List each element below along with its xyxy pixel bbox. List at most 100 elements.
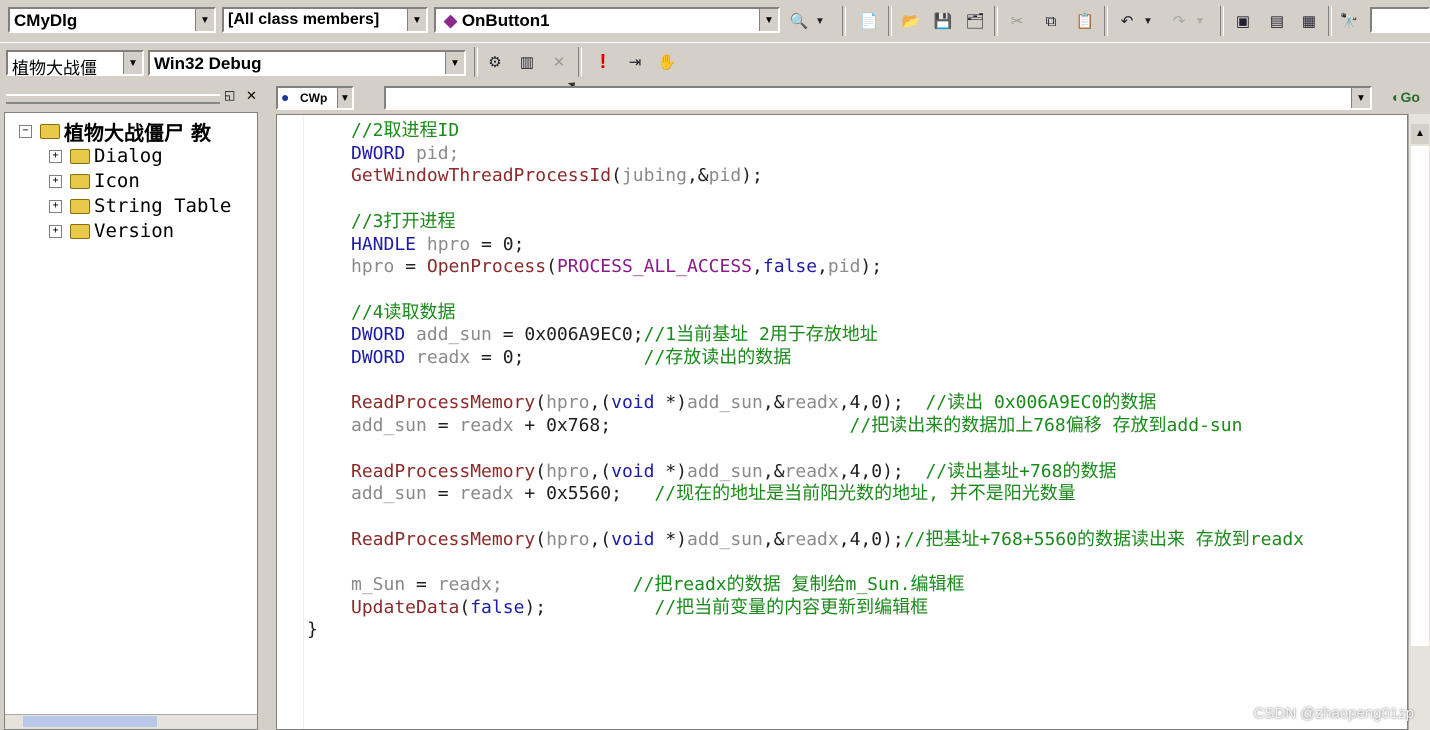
chevron-down-icon[interactable]: ▼	[407, 9, 426, 31]
tree-item-label: Icon	[94, 170, 140, 192]
compile-icon[interactable]: ⚙	[482, 49, 508, 75]
code-line: hpro = OpenProcess(PROCESS_ALL_ACCESS,fa…	[351, 255, 882, 278]
code-line: //2取进程ID	[351, 119, 459, 142]
code-line: ReadProcessMemory(hpro,(void *)add_sun,&…	[351, 391, 1156, 414]
tree-item-dialog[interactable]: + Dialog	[49, 144, 163, 168]
vertical-scrollbar[interactable]: ▲	[1408, 114, 1430, 730]
cut-icon[interactable]: ✂	[1004, 8, 1030, 34]
tree-root[interactable]: − 植物大战僵尸 教	[19, 119, 211, 145]
chevron-down-icon[interactable]: ▼	[1192, 8, 1208, 34]
stop-build-icon[interactable]: ✕	[546, 49, 572, 75]
code-token: //把readx的数据 复制给m_Sun.编辑框	[632, 574, 965, 595]
code-combo[interactable]: ▼	[384, 86, 1372, 110]
class-combo[interactable]: CMyDlg ▼	[8, 7, 216, 33]
code-token: //读出基址+768的数据	[925, 460, 1117, 482]
code-token: }	[307, 619, 318, 641]
code-token: = 0;	[470, 233, 525, 255]
code-token: //2取进程ID	[351, 120, 460, 141]
code-token: add_sun	[405, 324, 492, 346]
folder-icon	[70, 198, 90, 214]
output-window-icon[interactable]: ▤	[1264, 8, 1290, 34]
find-combo[interactable]	[1370, 7, 1430, 33]
scroll-up-icon[interactable]: ▲	[1411, 124, 1429, 144]
code-token: (	[611, 165, 622, 187]
project-combo-value: 植物大战僵	[12, 59, 97, 78]
code-token: (	[459, 596, 471, 618]
workspace-icon[interactable]: ▣	[1230, 8, 1256, 34]
chevron-down-icon[interactable]: ▼	[812, 8, 828, 34]
code-token: //4读取数据	[351, 301, 456, 323]
scroll-thumb[interactable]	[1411, 146, 1429, 646]
code-token: (	[546, 256, 557, 278]
collapse-icon[interactable]: −	[19, 124, 32, 138]
code-token: void	[611, 460, 655, 482]
code-line: GetWindowThreadProcessId(jubing,&pid);	[351, 164, 763, 187]
code-token: ReadProcessMemory	[351, 392, 536, 414]
scroll-thumb[interactable]	[23, 716, 157, 727]
code-line: DWORD add_sun = 0x006A9EC0;//1当前基址 2用于存放…	[351, 323, 878, 346]
code-token: readx	[784, 460, 839, 482]
expand-icon[interactable]: +	[49, 199, 62, 213]
undo-icon[interactable]: ↶	[1114, 8, 1140, 34]
code-token: readx	[405, 347, 471, 368]
chevron-down-icon[interactable]: ▼	[1140, 8, 1156, 34]
chevron-down-icon[interactable]: ▼	[337, 88, 352, 108]
wizard-combo[interactable]: ● CWp ▼	[276, 86, 354, 110]
code-token: add_sun	[351, 415, 427, 437]
new-file-icon[interactable]: 📄	[856, 8, 882, 34]
chevron-down-icon[interactable]: ▼	[1351, 88, 1370, 108]
tree-item-string-table[interactable]: + String Table	[49, 194, 231, 218]
member-combo[interactable]: ◆ OnButton1 ▼	[434, 7, 780, 33]
code-token: //把读出来的数据加上768偏移 存放到add-sun	[849, 415, 1243, 437]
toolbar-separator	[888, 6, 892, 36]
tree-item-version[interactable]: + Version	[49, 219, 174, 243]
code-token: ,&	[762, 392, 785, 414]
code-line: add_sun = readx + 0x5560; //现在的地址是当前阳光数的…	[351, 482, 1076, 505]
execute-icon[interactable]: !	[590, 49, 616, 75]
filter-combo[interactable]: [All class members] ▼	[222, 7, 428, 33]
save-all-icon[interactable]: 🗂	[962, 8, 988, 34]
copy-icon[interactable]: ⧉	[1038, 8, 1064, 34]
code-token: //现在的地址是当前阳光数的地址, 并不是阳光数量	[654, 483, 1076, 505]
expand-icon[interactable]: +	[49, 149, 62, 163]
build-icon[interactable]: ▥	[514, 49, 540, 75]
code-token: UpdateData	[351, 596, 460, 618]
find-in-files-icon[interactable]: 🔭	[1336, 8, 1362, 34]
config-combo[interactable]: Win32 Debug ▼	[148, 50, 466, 76]
code-token: =	[394, 256, 427, 278]
go-debug-icon[interactable]: ⇥	[622, 49, 648, 75]
chevron-down-icon[interactable]: ▼	[195, 9, 214, 31]
close-icon[interactable]: ✕	[246, 88, 257, 104]
chevron-down-icon[interactable]: ▼	[445, 52, 464, 74]
code-token: pid;	[405, 142, 460, 164]
chevron-down-icon[interactable]: ▼	[123, 52, 142, 74]
wizard-bar-actions-icon[interactable]: 🔍	[786, 8, 812, 34]
code-token: *)	[654, 528, 687, 550]
expand-icon[interactable]: +	[49, 224, 62, 238]
horizontal-scrollbar[interactable]	[5, 714, 257, 729]
project-combo[interactable]: 植物大战僵 ▼	[6, 50, 144, 78]
code-token: void	[611, 528, 655, 550]
go-button[interactable]: ◐Go	[1392, 89, 1420, 105]
code-editor[interactable]: //2取进程ID DWORD pid; GetWindowThreadProcess…	[276, 114, 1408, 730]
code-token: hpro	[351, 256, 395, 278]
code-token: ,(	[589, 460, 612, 482]
tree-item-label: String Table	[94, 195, 232, 217]
expand-icon[interactable]: +	[49, 174, 62, 188]
code-token: ,	[817, 256, 828, 278]
tree-item-icon[interactable]: + Icon	[49, 169, 140, 193]
window-list-icon[interactable]: ▦	[1296, 8, 1322, 34]
code-token: = 0;	[470, 347, 525, 368]
code-line: }	[307, 618, 318, 641]
save-icon[interactable]: 💾	[930, 8, 956, 34]
redo-icon[interactable]: ↷	[1166, 8, 1192, 34]
chevron-down-icon[interactable]: ▼	[759, 9, 778, 31]
restore-icon[interactable]: ◱	[224, 88, 235, 102]
paste-icon[interactable]: 📋	[1072, 8, 1098, 34]
code-token: hpro	[546, 460, 590, 482]
open-folder-icon[interactable]: 📂	[898, 8, 924, 34]
code-token: jubing	[621, 165, 687, 187]
toolbar-separator	[994, 6, 998, 36]
breakpoint-hand-icon[interactable]: ✋	[654, 49, 680, 75]
